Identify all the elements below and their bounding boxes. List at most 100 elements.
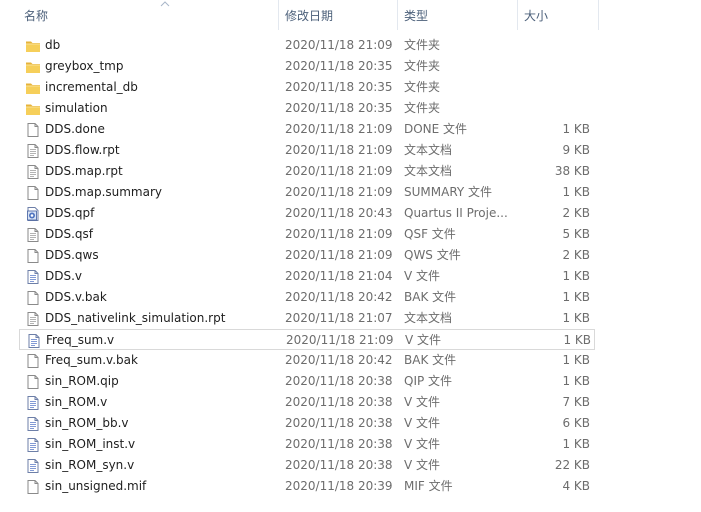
file-size: 1 KB	[562, 353, 590, 367]
file-row[interactable]: DDS.map.summary 2020/11/18 21:09 SUMMARY 文…	[0, 182, 600, 203]
file-row[interactable]: sin_unsigned.mif 2020/11/18 20:39 MIF 文件 4 …	[0, 476, 600, 497]
file-modified-date: 2020/11/18 20:38	[285, 416, 393, 430]
file-name-cell: sin_ROM_bb.v	[25, 413, 280, 434]
file-row[interactable]: Freq_sum.v.bak 2020/11/18 20:42 BAK 文件 1 KB	[0, 350, 600, 371]
file-type: 文本文档	[404, 143, 453, 157]
column-header-name-label: 名称	[24, 9, 49, 23]
file-type: V 文件	[404, 437, 441, 451]
file-size: 1 KB	[562, 437, 590, 451]
text-file-icon	[25, 164, 41, 180]
blank-file-icon	[25, 122, 41, 138]
file-type: SUMMARY 文件	[404, 185, 493, 199]
file-row[interactable]: DDS.done 2020/11/18 21:09 DONE 文件 1 KB	[0, 119, 600, 140]
file-modified-date: 2020/11/18 21:09	[285, 164, 393, 178]
file-row[interactable]: DDS.qsf 2020/11/18 21:09 QSF 文件 5 KB	[0, 224, 600, 245]
file-size: 9 KB	[562, 143, 590, 157]
file-type: V 文件	[405, 333, 442, 347]
file-row[interactable]: sin_ROM_syn.v 2020/11/18 20:38 V 文件 22 KB	[0, 455, 600, 476]
file-name: incremental_db	[45, 80, 138, 94]
file-type: 文件夹	[404, 38, 441, 52]
file-size: 2 KB	[562, 206, 590, 220]
file-modified-date: 2020/11/18 21:09	[285, 227, 393, 241]
text-file-icon	[25, 311, 41, 327]
file-name-cell: DDS.flow.rpt	[25, 140, 280, 161]
column-header-name[interactable]: 名称	[18, 0, 279, 30]
file-name-cell: Freq_sum.v	[26, 330, 281, 351]
file-row[interactable]: sin_ROM_bb.v 2020/11/18 20:38 V 文件 6 KB	[0, 413, 600, 434]
text-file-icon	[25, 143, 41, 159]
file-name-cell: Freq_sum.v.bak	[25, 350, 280, 371]
file-size	[510, 35, 590, 56]
column-header-size[interactable]: 大小	[518, 0, 599, 30]
file-list: db 2020/11/18 21:09 文件夹 greybox_tmp 2020/11/…	[0, 35, 600, 497]
file-type: 文件夹	[404, 101, 441, 115]
code-file-icon	[25, 269, 41, 285]
file-row[interactable]: DDS.qpf 2020/11/18 20:43 Quartus II Proje.…	[0, 203, 600, 224]
file-name-cell: DDS.map.rpt	[25, 161, 280, 182]
file-size: 4 KB	[562, 479, 590, 493]
file-row[interactable]: simulation 2020/11/18 20:35 文件夹	[0, 98, 600, 119]
file-modified-date: 2020/11/18 21:09	[285, 185, 393, 199]
file-name: greybox_tmp	[45, 59, 124, 73]
file-modified-date: 2020/11/18 21:09	[285, 248, 393, 262]
text-file-icon	[25, 227, 41, 243]
file-modified-date: 2020/11/18 21:07	[285, 311, 393, 325]
file-name-cell: greybox_tmp	[25, 56, 280, 77]
column-header-type-label: 类型	[404, 9, 429, 23]
file-name: DDS.flow.rpt	[45, 143, 120, 157]
folder-icon	[25, 59, 41, 75]
file-row[interactable]: db 2020/11/18 21:09 文件夹	[0, 35, 600, 56]
column-header-type[interactable]: 类型	[398, 0, 518, 30]
file-row-selected[interactable]: Freq_sum.v 2020/11/18 21:09 V 文件 1 KB	[19, 329, 595, 350]
file-name: Freq_sum.v	[46, 333, 115, 347]
blank-file-icon	[25, 374, 41, 390]
column-header-modified[interactable]: 修改日期	[279, 0, 398, 30]
file-row[interactable]: greybox_tmp 2020/11/18 20:35 文件夹	[0, 56, 600, 77]
blank-file-icon	[25, 479, 41, 495]
file-name-cell: DDS.qsf	[25, 224, 280, 245]
file-name-cell: simulation	[25, 98, 280, 119]
file-row[interactable]: DDS.v 2020/11/18 21:04 V 文件 1 KB	[0, 266, 600, 287]
file-row[interactable]: sin_ROM_inst.v 2020/11/18 20:38 V 文件 1 KB	[0, 434, 600, 455]
file-name-cell: sin_ROM_inst.v	[25, 434, 280, 455]
file-modified-date: 2020/11/18 20:35	[285, 101, 393, 115]
file-size: 1 KB	[562, 311, 590, 325]
file-modified-date: 2020/11/18 20:38	[285, 437, 393, 451]
sort-ascending-icon	[160, 1, 170, 7]
file-name-cell: sin_ROM_syn.v	[25, 455, 280, 476]
file-type: QIP 文件	[404, 374, 453, 388]
file-modified-date: 2020/11/18 21:09	[285, 38, 393, 52]
file-modified-date: 2020/11/18 20:42	[285, 353, 393, 367]
file-type: DONE 文件	[404, 122, 468, 136]
file-name: DDS.map.rpt	[45, 164, 123, 178]
file-row[interactable]: incremental_db 2020/11/18 20:35 文件夹	[0, 77, 600, 98]
file-size: 1 KB	[562, 269, 590, 283]
file-modified-date: 2020/11/18 21:09	[286, 333, 394, 347]
file-row[interactable]: DDS_nativelink_simulation.rpt 2020/11/18 …	[0, 308, 600, 329]
file-name-cell: incremental_db	[25, 77, 280, 98]
file-row[interactable]: DDS.qws 2020/11/18 21:09 QWS 文件 2 KB	[0, 245, 600, 266]
file-name-cell: DDS.v.bak	[25, 287, 280, 308]
file-name: sin_unsigned.mif	[45, 479, 147, 493]
file-row[interactable]: sin_ROM.qip 2020/11/18 20:38 QIP 文件 1 KB	[0, 371, 600, 392]
file-size: 1 KB	[562, 122, 590, 136]
file-row[interactable]: DDS.v.bak 2020/11/18 20:42 BAK 文件 1 KB	[0, 287, 600, 308]
file-size	[510, 77, 590, 98]
file-size: 1 KB	[562, 185, 590, 199]
file-size: 1 KB	[562, 290, 590, 304]
blank-file-icon	[25, 353, 41, 369]
file-name: sin_ROM_bb.v	[45, 416, 129, 430]
file-size: 6 KB	[562, 416, 590, 430]
file-name: simulation	[45, 101, 108, 115]
file-type: 文本文档	[404, 311, 453, 325]
code-file-icon	[25, 458, 41, 474]
code-file-icon	[25, 416, 41, 432]
file-size	[510, 56, 590, 77]
file-name: sin_ROM_inst.v	[45, 437, 136, 451]
file-row[interactable]: DDS.flow.rpt 2020/11/18 21:09 文本文档 9 KB	[0, 140, 600, 161]
file-modified-date: 2020/11/18 21:09	[285, 122, 393, 136]
file-row[interactable]: sin_ROM.v 2020/11/18 20:38 V 文件 7 KB	[0, 392, 600, 413]
file-row[interactable]: DDS.map.rpt 2020/11/18 21:09 文本文档 38 KB	[0, 161, 600, 182]
file-type: MIF 文件	[404, 479, 453, 493]
file-type: 文件夹	[404, 80, 441, 94]
